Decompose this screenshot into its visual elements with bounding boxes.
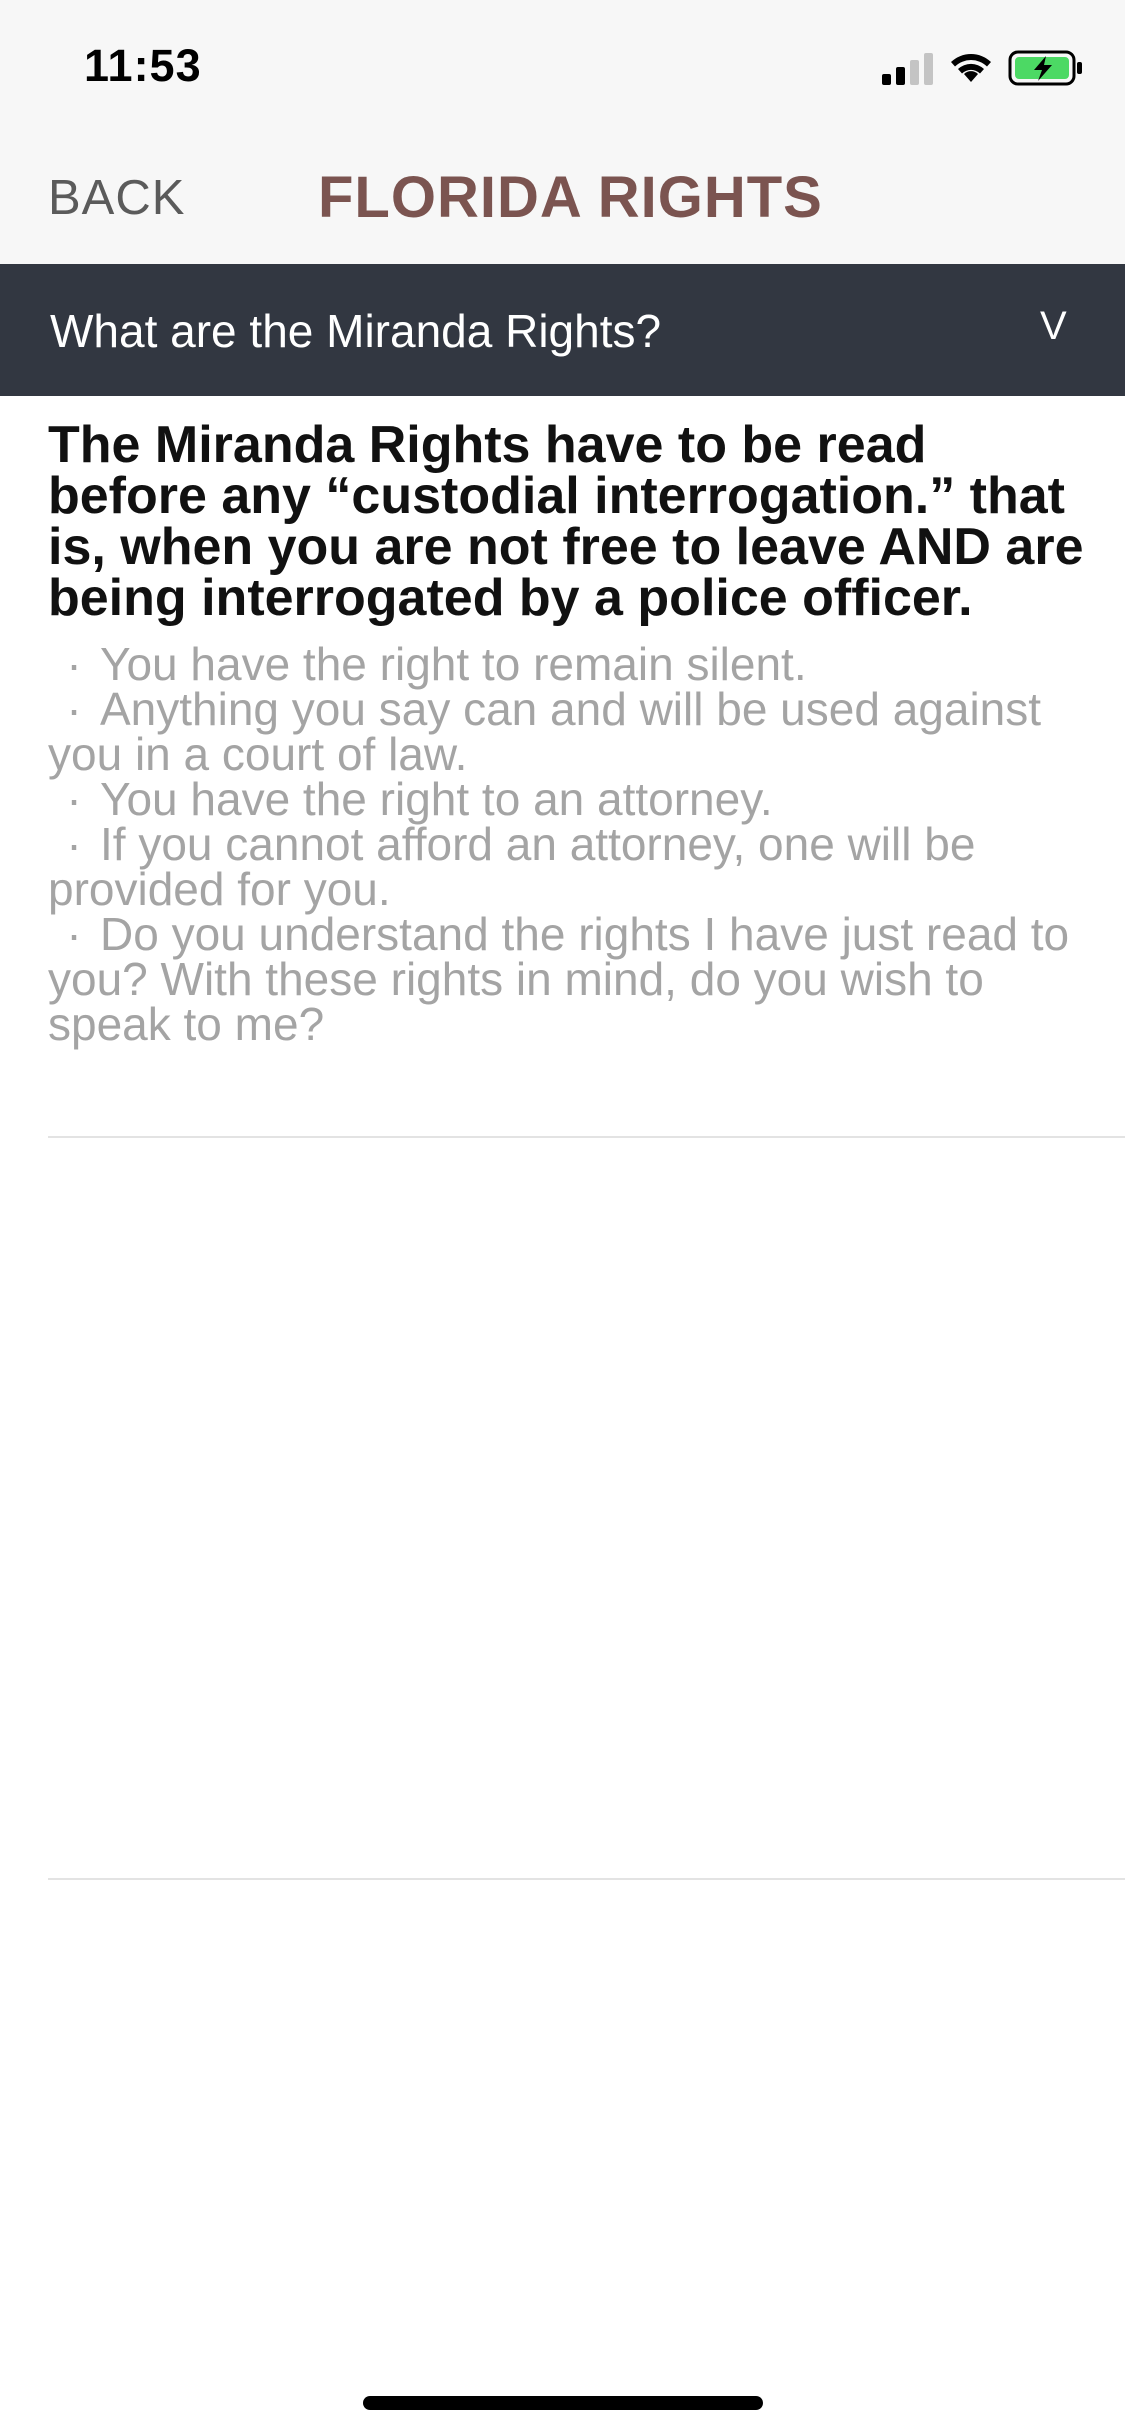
page-title: FLORIDA RIGHTS [318, 165, 823, 230]
status-time: 11:53 [84, 40, 202, 91]
accordion-header[interactable]: What are the Miranda Rights? V [0, 264, 1125, 396]
right-text: Do you understand the rights I have just… [48, 908, 1070, 1050]
list-item: · Do you understand the rights I have jus… [48, 908, 1088, 1047]
list-item: · If you cannot afford an attorney, one w… [48, 818, 1088, 912]
bullet-icon: · [66, 908, 82, 960]
chevron-down-icon[interactable]: V [1040, 304, 1067, 349]
right-text: If you cannot afford an attorney, one wi… [48, 818, 976, 915]
bullet-icon: · [66, 773, 82, 825]
divider [48, 1878, 1125, 1880]
list-item: · You have the right to remain silent. [48, 638, 1088, 690]
cellular-signal-icon [882, 53, 933, 85]
battery-charging-icon [1008, 50, 1082, 86]
list-item: · You have the right to an attorney. [48, 773, 1088, 825]
screen: 11:53 BACK FLORIDA RIGHTS What are the M… [0, 0, 1125, 2436]
divider [48, 1136, 1125, 1138]
right-text: Anything you say can and will be used ag… [48, 683, 1042, 780]
lead-text: The Miranda Rights have to be read befor… [48, 416, 1084, 627]
back-button[interactable]: BACK [48, 170, 185, 226]
list-item: · Anything you say can and will be used a… [48, 683, 1088, 777]
accordion-title: What are the Miranda Rights? [50, 305, 662, 357]
bullet-icon: · [66, 638, 82, 690]
bullet-icon: · [66, 818, 82, 870]
header-region: 11:53 BACK FLORIDA RIGHTS [0, 0, 1125, 264]
accordion-content: The Miranda Rights have to be read befor… [48, 416, 1088, 1047]
bullet-icon: · [66, 683, 82, 735]
wifi-icon [951, 54, 991, 82]
rights-list: · You have the right to remain silent. · A… [48, 638, 1088, 1047]
home-indicator[interactable] [363, 2396, 763, 2410]
